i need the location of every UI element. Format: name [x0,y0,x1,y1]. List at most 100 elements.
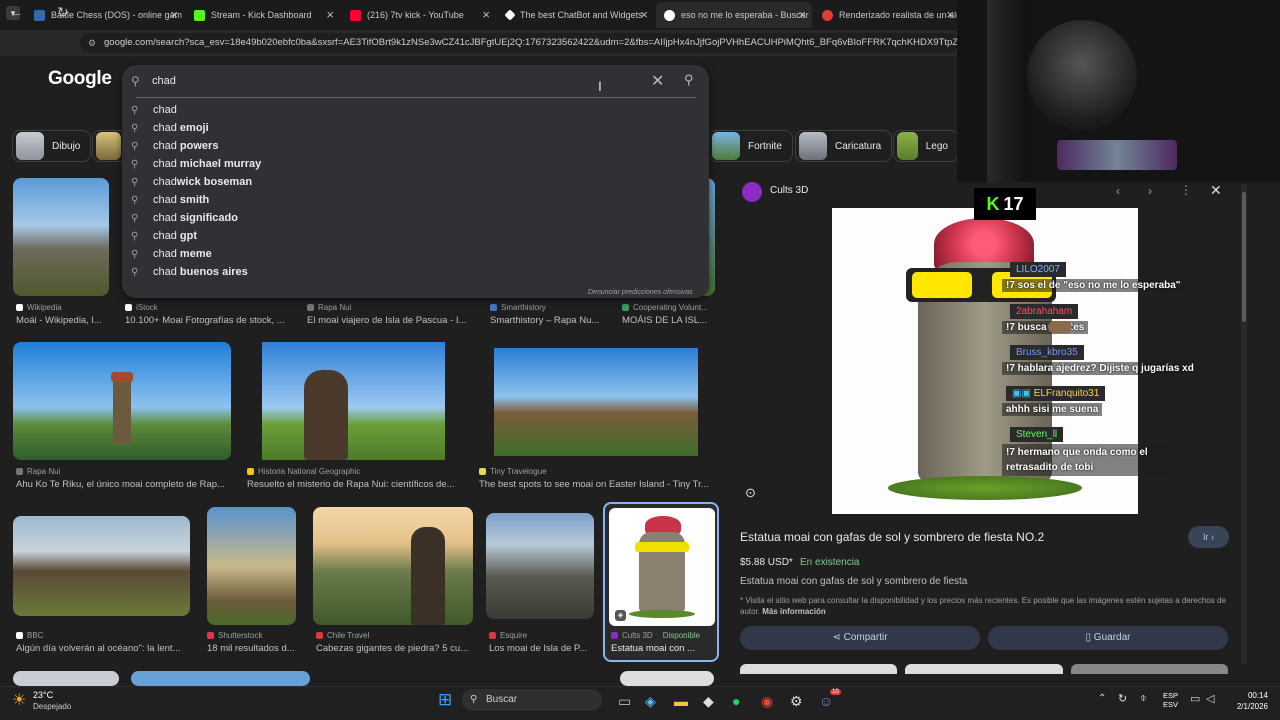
result-caption[interactable]: MOÁIS DE LA ISL... [622,315,714,326]
suggestion-item[interactable]: ⚲ chadwick boseman [131,173,252,191]
tab-youtube[interactable]: (216) 7tv kick - YouTube × [342,2,496,28]
google-logo[interactable]: Google [48,68,112,90]
visual-search-icon[interactable]: ⊙ [745,485,756,501]
discord-icon[interactable]: ☺ [819,693,833,709]
result-image-bbc[interactable] [13,516,190,616]
moai-shape [113,372,131,444]
result-image-partial[interactable] [620,671,714,686]
system-clock[interactable]: 00:14 2/1/2026 [1228,690,1268,712]
result-image-chile-travel[interactable] [313,507,473,625]
chrome-icon[interactable]: ◉ [761,693,773,710]
close-icon[interactable]: × [640,7,648,22]
save-button[interactable]: ▯ Guardar [988,626,1228,650]
chevron-up-icon[interactable]: ⌃ [1098,693,1106,704]
site-info-icon[interactable]: ⚙ [88,33,96,53]
result-image-wikipedia[interactable] [13,178,109,296]
result-image-shutterstock[interactable] [207,507,296,625]
result-caption[interactable]: 18 mil resultados d... [207,643,297,654]
chip-caricatura[interactable]: Caricatura [795,130,893,162]
windows-start-icon[interactable]: ⊞ [438,690,452,710]
result-image-partial[interactable] [13,671,119,686]
panel-source[interactable]: Cults 3D [770,185,808,196]
result-caption[interactable]: Los moai de Isla de P... [489,643,593,654]
spotify-icon[interactable]: ● [732,693,740,709]
close-icon[interactable]: × [170,7,178,22]
settings-gear-icon[interactable]: ⚙ [790,693,803,710]
result-caption[interactable]: Estatua moai con ... [611,643,715,654]
google-icon [664,9,675,21]
tab-renderizado[interactable]: Renderizado realista de un alde × [814,2,960,28]
weather-temp[interactable]: 23°C [33,690,53,700]
copilot-icon[interactable]: ◈ [645,693,656,710]
price-disclaimer: * Visita el sitio web para consultar la … [740,596,1226,616]
result-caption[interactable]: 10.100+ Moai Fotografías de stock, ... [125,315,295,326]
suggestion-item[interactable]: ⚲ chad michael murray [131,155,261,173]
chat-username: Bruss_kbro35 [1010,345,1084,360]
result-image-ahu-ko-te-riku[interactable] [13,342,231,460]
share-button[interactable]: ⋖ Compartir [740,626,980,650]
moai-shape [304,370,348,460]
suggestion-item[interactable]: ⚲ chad emoji [131,119,209,137]
close-icon[interactable]: × [946,7,954,22]
close-icon[interactable]: × [326,7,334,22]
suggestion-item[interactable]: ⚲ chad significado [131,209,238,227]
panel-scrollbar[interactable] [1241,184,1247,664]
task-view-icon[interactable]: ▭ [618,693,631,710]
suggestion-item[interactable]: ⚲ chad [131,101,177,119]
result-caption[interactable]: Resuelto el misterio de Rapa Nui: cientí… [247,479,461,490]
chip-dibujo[interactable]: Dibujo [12,130,92,162]
result-image-tiny-travelogue[interactable] [477,342,715,460]
reload-icon[interactable]: ↻ [57,4,69,21]
microphone-icon[interactable]: ⌽ [1140,692,1147,705]
clear-search-icon[interactable]: ✕ [651,71,664,91]
sync-icon[interactable]: ↻ [1118,692,1127,705]
weather-sun-icon[interactable]: ☀ [12,690,26,710]
forward-icon[interactable]: → [33,4,47,20]
more-options-icon[interactable]: ⋮ [1180,183,1192,197]
result-image-partial[interactable] [131,671,310,686]
next-icon[interactable]: › [1148,184,1152,198]
tab-kick-dashboard[interactable]: Stream - Kick Dashboard × [186,2,340,28]
result-caption[interactable]: El moai viajero de Isla de Pascua - I... [307,315,477,326]
suggestion-item[interactable]: ⚲ chad gpt [131,227,197,245]
close-icon[interactable]: × [482,7,490,22]
back-icon[interactable]: ← [9,4,23,20]
suggestion-item[interactable]: ⚲ chad smith [131,191,209,209]
close-panel-icon[interactable]: ✕ [1210,182,1222,199]
suggestion-item[interactable]: ⚲ chad meme [131,245,212,263]
chat-username: LILO2007 [1010,262,1066,277]
sunglasses-shape [635,542,689,552]
close-icon[interactable]: × [798,7,806,22]
taskbar-search[interactable]: ⚲ Buscar [462,689,602,711]
weather-text[interactable]: Despejado [33,702,71,711]
result-image-esquire[interactable] [486,513,594,619]
search-input[interactable] [152,74,592,88]
report-predictions-link[interactable]: Denunciar predicciones ofensivas [588,289,693,296]
badge-icon: ▣▣ [1012,388,1034,399]
result-caption[interactable]: Cabezas gigantes de piedra? 5 cu... [316,643,472,654]
suggestion-item[interactable]: ⚲ chad buenos aires [131,263,248,281]
tab-chatbot[interactable]: The best ChatBot and Widgets × [498,2,654,28]
search-submit-icon[interactable]: ⚲ [684,72,694,88]
result-image-natgeo[interactable] [244,342,462,460]
app-icon[interactable]: ◆ [703,693,714,710]
suggestion-item[interactable]: ⚲ chad powers [131,137,218,155]
tab-battle-chess[interactable]: Battle Chess (DOS) - online gam × [26,2,184,28]
more-info-link[interactable]: Más información [762,607,826,616]
result-caption[interactable]: The best spots to see moai on Easter Isl… [479,479,714,490]
chip-lego[interactable]: Lego [893,130,959,162]
result-caption[interactable]: Algún día volverán al océano": la lent..… [16,643,190,654]
result-caption[interactable]: Ahu Ko Te Riku, el único moai completo d… [16,479,230,490]
volume-icon[interactable]: ◁ [1206,692,1214,705]
chip-fortnite[interactable]: Fortnite [709,130,793,162]
product-title[interactable]: Estatua moai con gafas de sol y sombrero… [740,530,1044,544]
previous-icon[interactable]: ‹ [1116,184,1120,198]
language-indicator[interactable]: ESP ESV [1163,691,1178,709]
visit-button[interactable]: Ir › [1188,526,1229,548]
result-caption[interactable]: Smarthistory – Rapa Nu... [490,315,610,326]
tab-google-search[interactable]: eso no me lo esperaba - Buscar × [656,2,812,28]
file-explorer-icon[interactable]: ▬ [674,693,688,709]
monitor-icon[interactable]: ▭ [1190,692,1200,705]
result-caption[interactable]: Moái - Wikipedia, l... [16,315,110,326]
address-bar[interactable]: ⚙ google.com/search?sca_esv=18e49b020ebfc… [80,33,958,53]
